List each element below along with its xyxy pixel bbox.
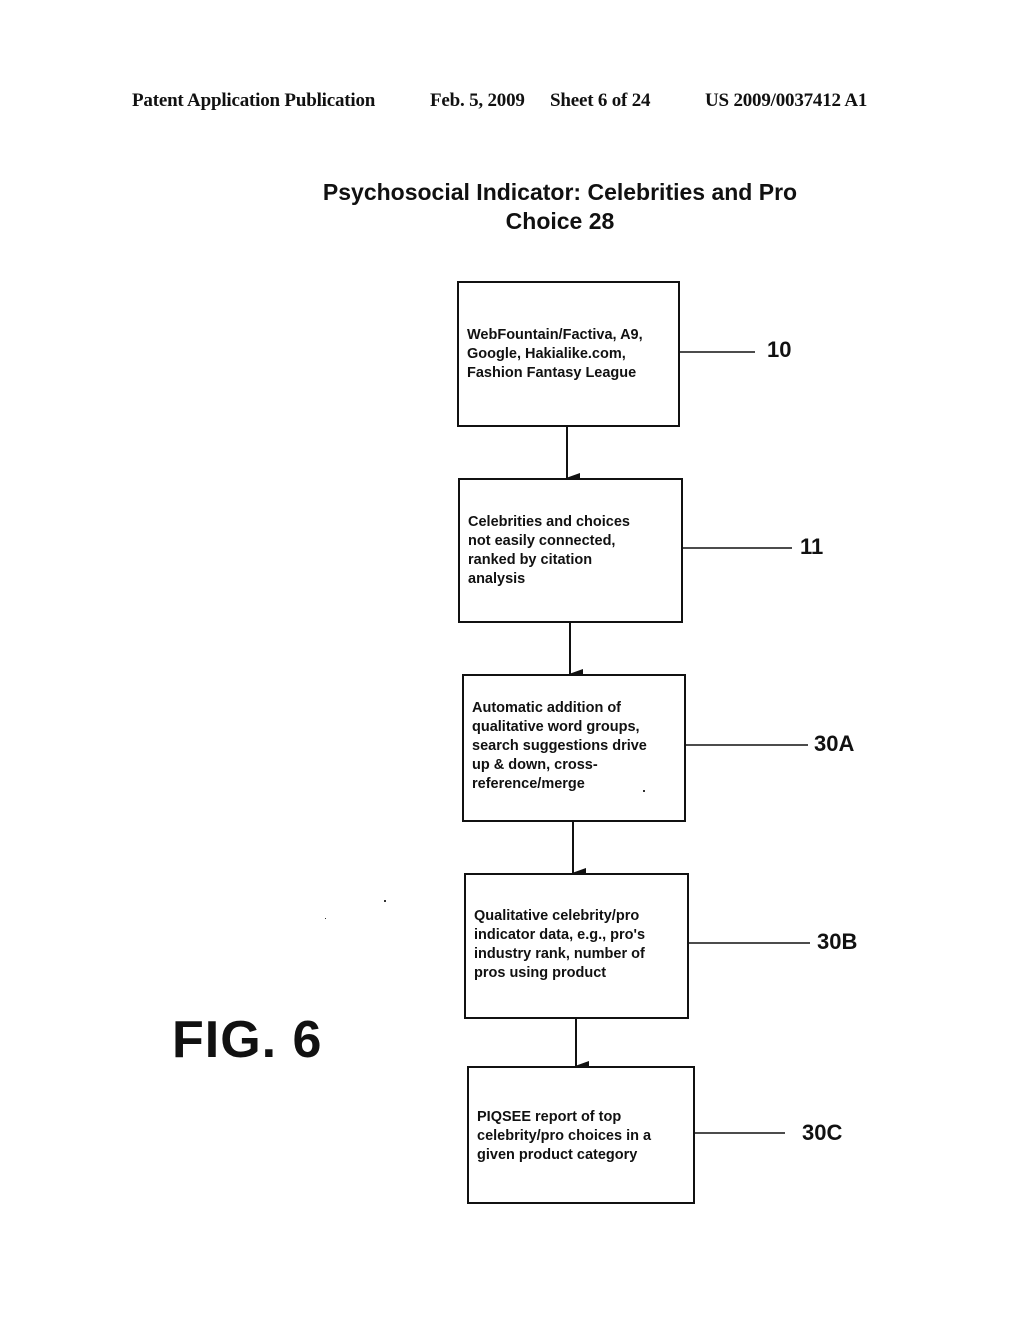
flow-box-30C: PIQSEE report of top celebrity/pro choic… <box>467 1066 695 1204</box>
flow-box-30A: Automatic addition of qualitative word g… <box>462 674 686 822</box>
flow-box-text: Qualitative celebrity/pro indicator data… <box>474 908 646 981</box>
figure-label: FIG. 6 <box>172 1011 323 1069</box>
flow-box-30B: Qualitative celebrity/pro indicator data… <box>464 873 689 1019</box>
flow-box-text: Celebrities and choices not easily conne… <box>468 514 630 587</box>
reference-number-10: 10 <box>767 337 792 362</box>
reference-number-30B: 30B <box>817 929 858 954</box>
scan-artifact <box>384 900 386 902</box>
reference-number-11: 11 <box>800 534 824 559</box>
reference-number-30C: 30C <box>802 1120 843 1145</box>
flow-box-text: WebFountain/Factiva, A9, Google, Hakiali… <box>467 327 643 381</box>
flow-box-10: WebFountain/Factiva, A9, Google, Hakiali… <box>457 281 680 427</box>
scan-artifact <box>325 918 326 919</box>
flow-box-11: Celebrities and choices not easily conne… <box>458 478 683 623</box>
flow-box-text: PIQSEE report of top celebrity/pro choic… <box>477 1109 652 1163</box>
flow-box-text: Automatic addition of qualitative word g… <box>472 700 647 792</box>
scan-artifact <box>643 790 645 792</box>
reference-number-30A: 30A <box>814 731 855 756</box>
